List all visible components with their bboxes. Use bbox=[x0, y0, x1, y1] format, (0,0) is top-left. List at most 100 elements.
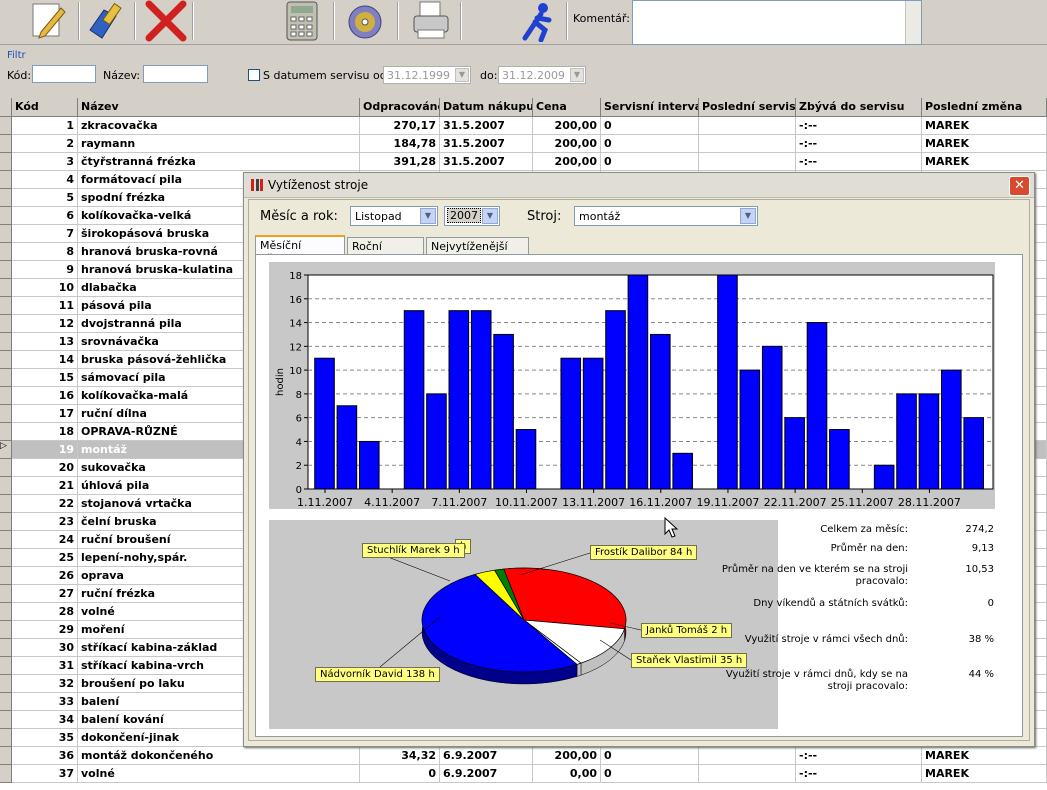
cell-odprac[interactable]: 270,17 bbox=[360, 117, 440, 135]
row-indicator[interactable] bbox=[0, 171, 12, 189]
row-indicator[interactable] bbox=[0, 549, 12, 567]
row-indicator[interactable] bbox=[0, 135, 12, 153]
cell-odprac[interactable]: 391,28 bbox=[360, 153, 440, 171]
cell-zbyva[interactable]: -:-- bbox=[796, 117, 922, 135]
cell-posledni[interactable] bbox=[699, 765, 796, 783]
cell-kod[interactable]: 20 bbox=[12, 459, 78, 477]
column-header-cena[interactable]: Cena bbox=[533, 98, 601, 116]
row-indicator[interactable] bbox=[0, 243, 12, 261]
row-indicator[interactable] bbox=[0, 459, 12, 477]
cell-kod[interactable]: 36 bbox=[12, 747, 78, 765]
date-from-picker[interactable]: 31.12.1999 ▼ bbox=[383, 66, 471, 84]
row-indicator[interactable] bbox=[0, 747, 12, 765]
tab-yearly[interactable]: Roční přehled bbox=[347, 237, 424, 266]
cell-kod[interactable]: 22 bbox=[12, 495, 78, 513]
cell-kod[interactable]: 1 bbox=[12, 117, 78, 135]
cell-interval[interactable]: 0 bbox=[601, 135, 699, 153]
comment-textarea[interactable] bbox=[632, 0, 922, 45]
cell-kod[interactable]: 11 bbox=[12, 297, 78, 315]
row-indicator[interactable] bbox=[0, 423, 12, 441]
cell-kod[interactable]: 10 bbox=[12, 279, 78, 297]
row-indicator[interactable] bbox=[0, 477, 12, 495]
cell-kod[interactable]: 24 bbox=[12, 531, 78, 549]
cell-kod[interactable]: 13 bbox=[12, 333, 78, 351]
row-indicator[interactable] bbox=[0, 189, 12, 207]
row-indicator[interactable] bbox=[0, 387, 12, 405]
cell-cena[interactable]: 200,00 bbox=[533, 153, 601, 171]
cell-kod[interactable]: 29 bbox=[12, 621, 78, 639]
cell-kod[interactable]: 14 bbox=[12, 351, 78, 369]
table-row[interactable]: 3 čtyřstranná frézka 391,28 31.5.2007 200,00… bbox=[0, 153, 1047, 171]
chevron-down-icon[interactable]: ▼ bbox=[420, 208, 436, 224]
row-indicator[interactable] bbox=[0, 729, 12, 747]
row-indicator[interactable] bbox=[0, 657, 12, 675]
cell-interval[interactable]: 0 bbox=[601, 765, 699, 783]
cell-kod[interactable]: 8 bbox=[12, 243, 78, 261]
tab-most-used[interactable]: Nejvytíženější stroje bbox=[426, 237, 529, 266]
row-indicator[interactable] bbox=[0, 369, 12, 387]
row-indicator[interactable] bbox=[0, 513, 12, 531]
cell-zmena[interactable]: MAREK bbox=[922, 747, 1047, 765]
cell-datum[interactable]: 31.5.2007 bbox=[440, 135, 533, 153]
column-header-zmena[interactable]: Poslední změna bbox=[922, 98, 1047, 116]
cell-kod[interactable]: 17 bbox=[12, 405, 78, 423]
row-indicator[interactable] bbox=[0, 567, 12, 585]
tab-monthly[interactable]: Měsíční přehled bbox=[255, 235, 345, 265]
table-row[interactable]: 2 raymann 184,78 31.5.2007 200,00 0 -:-- MAREK bbox=[0, 135, 1047, 153]
row-indicator[interactable]: ▷ bbox=[0, 441, 12, 459]
row-indicator[interactable] bbox=[0, 603, 12, 621]
cell-cena[interactable]: 0,00 bbox=[533, 765, 601, 783]
cell-interval[interactable]: 0 bbox=[601, 747, 699, 765]
row-indicator[interactable] bbox=[0, 531, 12, 549]
cell-kod[interactable]: 27 bbox=[12, 585, 78, 603]
cell-datum[interactable]: 31.5.2007 bbox=[440, 153, 533, 171]
row-indicator[interactable] bbox=[0, 495, 12, 513]
cell-kod[interactable]: 7 bbox=[12, 225, 78, 243]
cell-cena[interactable]: 200,00 bbox=[533, 135, 601, 153]
cell-kod[interactable]: 32 bbox=[12, 675, 78, 693]
cell-zmena[interactable]: MAREK bbox=[922, 117, 1047, 135]
row-indicator[interactable] bbox=[0, 117, 12, 135]
cell-kod[interactable]: 30 bbox=[12, 639, 78, 657]
year-select[interactable]: 2007 ▼ bbox=[444, 206, 500, 226]
date-to-picker[interactable]: 31.12.2009 ▼ bbox=[498, 66, 586, 84]
cell-zbyva[interactable]: -:-- bbox=[796, 765, 922, 783]
cell-kod[interactable]: 21 bbox=[12, 477, 78, 495]
dialog-titlebar[interactable]: Vytíženost stroje ✕ bbox=[244, 173, 1034, 198]
cell-posledni[interactable] bbox=[699, 153, 796, 171]
row-indicator[interactable] bbox=[0, 765, 12, 783]
delete-icon[interactable] bbox=[143, 0, 187, 42]
chevron-down-icon[interactable]: ▼ bbox=[482, 208, 498, 224]
cell-posledni[interactable] bbox=[699, 747, 796, 765]
cell-datum[interactable]: 6.9.2007 bbox=[440, 765, 533, 783]
row-indicator[interactable] bbox=[0, 351, 12, 369]
cell-kod[interactable]: 34 bbox=[12, 711, 78, 729]
kod-input[interactable] bbox=[32, 65, 96, 83]
cell-zbyva[interactable]: -:-- bbox=[796, 135, 922, 153]
row-indicator[interactable] bbox=[0, 225, 12, 243]
row-indicator[interactable] bbox=[0, 693, 12, 711]
column-header-datum[interactable]: Datum nákupu bbox=[440, 98, 533, 116]
cell-nazev[interactable]: čtyřstranná frézka bbox=[78, 153, 360, 171]
cell-posledni[interactable] bbox=[699, 135, 796, 153]
cell-kod[interactable]: 15 bbox=[12, 369, 78, 387]
cell-datum[interactable]: 6.9.2007 bbox=[440, 747, 533, 765]
row-indicator[interactable] bbox=[0, 279, 12, 297]
cell-nazev[interactable]: zkracovačka bbox=[78, 117, 360, 135]
cell-odprac[interactable]: 34,32 bbox=[360, 747, 440, 765]
cell-kod[interactable]: 9 bbox=[12, 261, 78, 279]
cell-zmena[interactable]: MAREK bbox=[922, 153, 1047, 171]
column-header-kod[interactable]: Kód bbox=[12, 98, 78, 116]
cell-nazev[interactable]: raymann bbox=[78, 135, 360, 153]
table-row[interactable]: 37 volné 0 6.9.2007 0,00 0 -:-- MAREK bbox=[0, 765, 1047, 783]
cd-icon[interactable] bbox=[343, 0, 387, 42]
cell-kod[interactable]: 31 bbox=[12, 657, 78, 675]
row-indicator[interactable] bbox=[0, 585, 12, 603]
row-indicator[interactable] bbox=[0, 333, 12, 351]
edit-icon[interactable] bbox=[27, 0, 71, 42]
month-select[interactable]: Listopad ▼ bbox=[350, 206, 438, 226]
cell-kod[interactable]: 5 bbox=[12, 189, 78, 207]
cell-zmena[interactable]: MAREK bbox=[922, 765, 1047, 783]
comment-scrollbar[interactable] bbox=[905, 1, 921, 44]
cell-nazev[interactable]: volné bbox=[78, 765, 360, 783]
